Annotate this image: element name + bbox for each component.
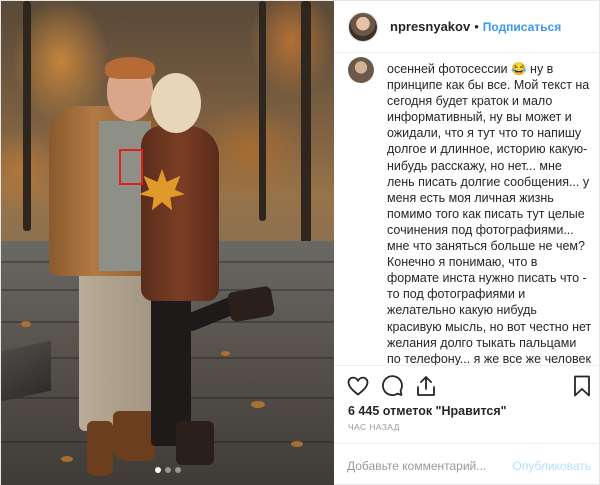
bench bbox=[1, 340, 51, 402]
avatar[interactable] bbox=[348, 57, 374, 83]
bookmark-icon[interactable] bbox=[570, 374, 594, 398]
post-timestamp[interactable]: час назад bbox=[348, 422, 400, 432]
share-icon[interactable] bbox=[414, 374, 438, 398]
man-boot bbox=[113, 411, 155, 461]
tree-trunk bbox=[259, 1, 266, 221]
comment-input[interactable] bbox=[347, 456, 507, 476]
carousel-indicator[interactable] bbox=[1, 467, 334, 473]
post-header: npresnyakov • Подписаться bbox=[334, 1, 600, 53]
comment-icon[interactable] bbox=[380, 374, 404, 398]
tree-trunk bbox=[23, 1, 31, 231]
post-photo[interactable] bbox=[1, 1, 334, 485]
fallen-leaf bbox=[291, 441, 303, 447]
publish-button[interactable]: Опубликовать bbox=[513, 459, 591, 473]
fallen-leaf bbox=[61, 456, 73, 462]
caption-area[interactable]: осенней фотосессии 😂 ну в принципе как б… bbox=[334, 53, 600, 365]
post-side-panel: npresnyakov • Подписаться осенней фотосе… bbox=[334, 1, 600, 485]
carousel-dot[interactable] bbox=[174, 467, 181, 473]
man-legs bbox=[79, 271, 151, 431]
caption-text: осенней фотосессии 😂 ну в принципе как б… bbox=[387, 62, 592, 365]
woman-boot bbox=[176, 421, 214, 465]
username-link[interactable]: npresnyakov bbox=[390, 19, 470, 34]
fallen-leaf bbox=[21, 321, 31, 327]
likes-count[interactable]: 6 445 отметок "Нравится" bbox=[348, 404, 507, 418]
avatar[interactable] bbox=[348, 11, 378, 42]
fallen-leaf bbox=[251, 401, 265, 408]
heart-icon[interactable] bbox=[346, 374, 370, 398]
man-hair bbox=[105, 57, 155, 79]
woman-coat bbox=[141, 126, 219, 301]
woman-hair bbox=[151, 73, 201, 133]
instagram-post: npresnyakov • Подписаться осенней фотосе… bbox=[0, 0, 600, 485]
carousel-dot[interactable] bbox=[164, 467, 171, 473]
fallen-leaf bbox=[221, 351, 230, 356]
action-bar bbox=[334, 365, 600, 405]
separator-dot: • bbox=[474, 19, 479, 34]
comment-bar: Опубликовать bbox=[334, 443, 600, 485]
tree-trunk bbox=[301, 1, 311, 246]
follow-button[interactable]: Подписаться bbox=[483, 20, 561, 34]
highlight-box bbox=[119, 149, 143, 185]
carousel-dot-active[interactable] bbox=[154, 467, 161, 473]
